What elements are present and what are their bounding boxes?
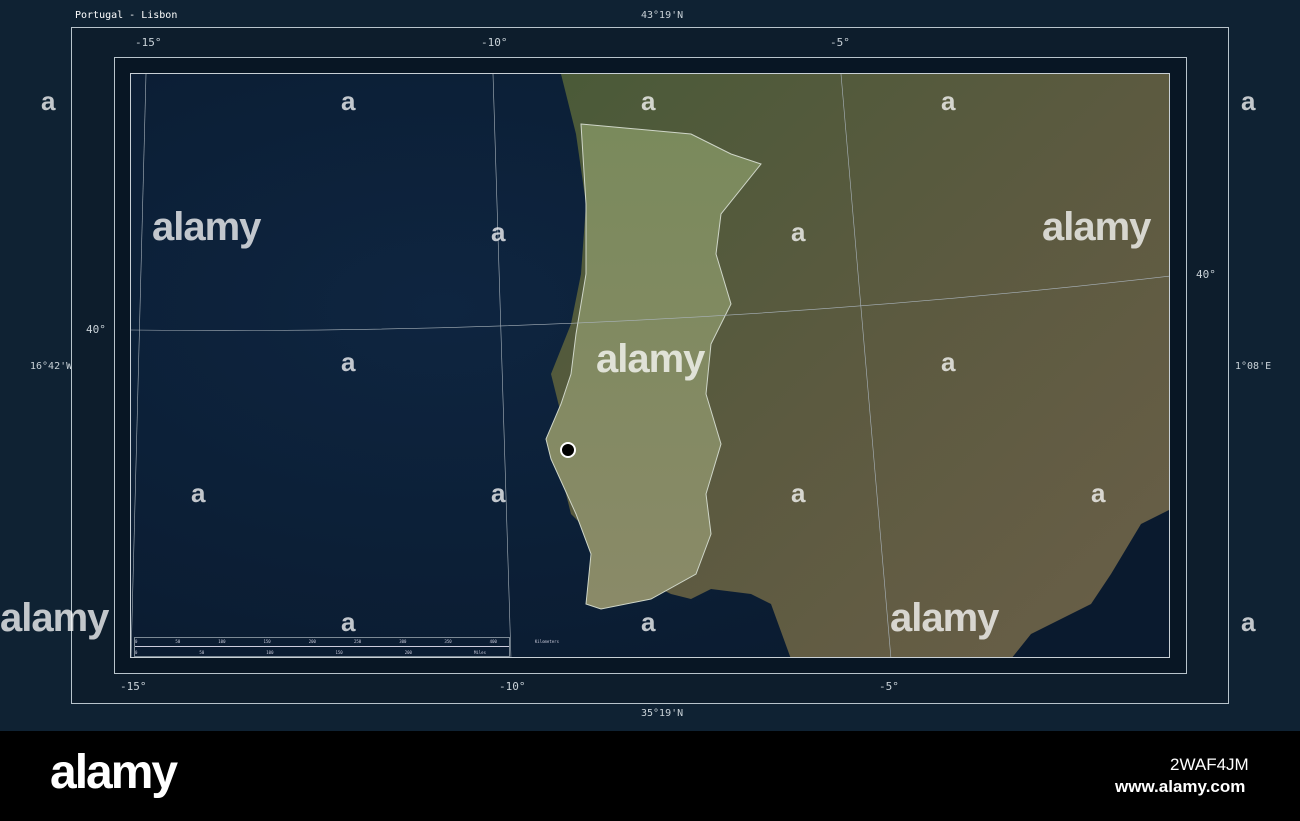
watermark: a	[341, 86, 356, 116]
image-id: 2WAF4JM	[1170, 755, 1249, 774]
lon-tick-top: -10°	[481, 36, 508, 49]
north-bound-label: 43°19'N	[641, 10, 684, 21]
watermark: alamy	[152, 205, 261, 249]
watermark: a	[341, 607, 356, 637]
watermark: a	[491, 217, 506, 247]
alamy-logo: alamy	[50, 746, 178, 799]
lisbon-marker[interactable]	[560, 442, 576, 458]
scale-tick: 200	[404, 650, 412, 655]
watermark: alamy	[596, 337, 705, 381]
scale-tick: 250	[353, 639, 362, 644]
scale-tick: 400	[489, 639, 497, 644]
scale-tick: 0	[135, 639, 138, 644]
watermark: a	[791, 478, 806, 508]
watermark: a	[491, 478, 506, 508]
scale-unit-mi: Miles	[473, 650, 486, 655]
west-bound-label: 16°42'W	[30, 361, 73, 372]
lon-tick-bottom: -5°	[879, 680, 899, 693]
watermark: a	[1241, 86, 1256, 116]
scale-tick: 150	[335, 650, 343, 655]
scale-tick: 50	[175, 639, 181, 644]
lon-tick-bottom: -10°	[499, 680, 526, 693]
lat-tick-right: 40°	[1196, 268, 1216, 281]
scale-tick: 100	[266, 650, 274, 655]
scale-tick: 350	[444, 639, 452, 644]
scale-unit-km: Kilometers	[534, 639, 559, 644]
watermark: a	[1091, 478, 1106, 508]
watermark: a	[41, 86, 56, 116]
watermark: a	[1241, 607, 1256, 637]
map-title: Portugal - Lisbon	[75, 10, 178, 21]
watermark: a	[641, 607, 656, 637]
watermark: a	[641, 86, 656, 116]
watermark: alamy	[890, 596, 999, 640]
scale-tick: 100	[218, 639, 226, 644]
map-page: Portugal - Lisbon 43°19'N 35°19'N 16°42'…	[0, 0, 1300, 731]
watermark: alamy	[1042, 205, 1151, 249]
lon-tick-top: -15°	[135, 36, 162, 49]
scale-tick: 200	[308, 639, 316, 644]
scale-bar: 0 50 100 150 200 250 300 350 400 Kilometers 0 50 10…	[134, 637, 559, 657]
lon-tick-top: -5°	[830, 36, 850, 49]
scale-tick: 300	[399, 639, 407, 644]
lat-tick-left: 40°	[86, 323, 106, 336]
scale-tick: 150	[263, 639, 271, 644]
lon-tick-bottom: -15°	[120, 680, 147, 693]
watermark: a	[941, 347, 956, 377]
south-bound-label: 35°19'N	[641, 708, 684, 719]
scale-tick: 0	[135, 650, 138, 655]
scale-tick: 50	[199, 650, 205, 655]
east-bound-label: 1°08'E	[1235, 361, 1272, 372]
watermark: a	[341, 347, 356, 377]
watermark: a	[941, 86, 956, 116]
mile-ticks: 0 50 100 150 200 Miles	[135, 650, 486, 655]
watermark: a	[791, 217, 806, 247]
watermark: alamy	[0, 596, 109, 640]
km-ticks: 0 50 100 150 200 250 300 350 400 Kilometers	[135, 639, 559, 644]
footer-bar: alamy 2WAF4JM www.alamy.com	[0, 731, 1300, 821]
watermark: a	[191, 478, 206, 508]
site-url[interactable]: www.alamy.com	[1115, 777, 1245, 797]
